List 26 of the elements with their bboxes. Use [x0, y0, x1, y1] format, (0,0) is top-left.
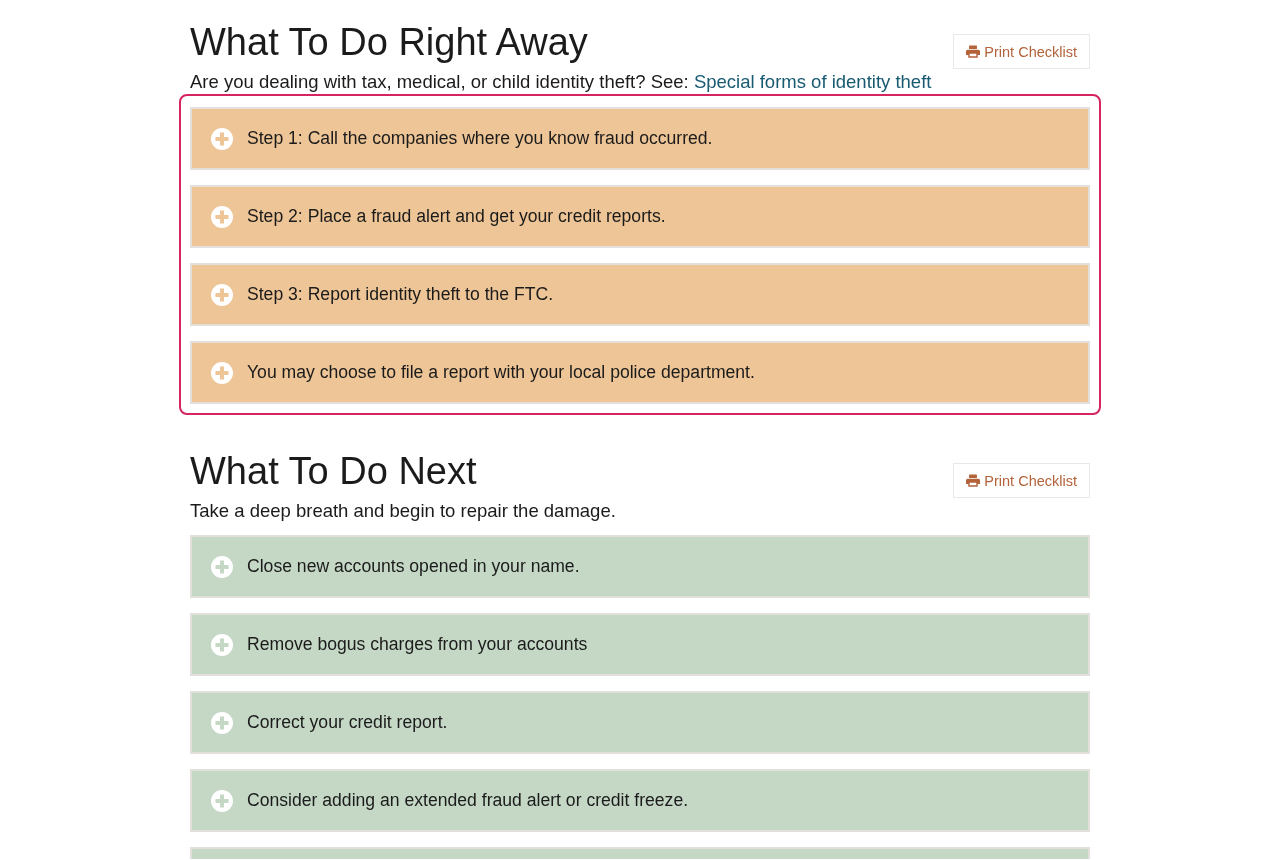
section-heading: What To Do Next: [190, 449, 478, 493]
plus-circle-icon: [211, 555, 233, 578]
plus-circle-icon: [211, 633, 233, 656]
plus-circle-icon: [211, 789, 233, 812]
plus-circle-icon: [211, 361, 233, 384]
accordion-header[interactable]: Close new accounts opened in your name.: [190, 535, 1090, 598]
printer-icon: [966, 474, 981, 487]
plus-circle-icon: [211, 711, 233, 734]
accordion-header[interactable]: Step 1: Call the companies where you know fraud occurred.: [190, 107, 1090, 170]
intro-text: Are you dealing with tax, medical, or child identity theft? See: Special forms of identity theft: [190, 70, 932, 94]
print-checklist-button[interactable]: Print Checklist: [953, 463, 1090, 498]
intro-text: Take a deep breath and begin to repair the damage.: [190, 499, 616, 523]
printer-icon: [966, 45, 981, 58]
plus-circle-icon: [211, 283, 233, 306]
plus-circle-icon: [211, 127, 233, 150]
accordion-header[interactable]: Step 2: Place a fraud alert and get your credit reports.: [190, 185, 1090, 248]
accordion-header[interactable]: [190, 847, 1090, 859]
accordion-header[interactable]: You may choose to file a report with your local police department.: [190, 341, 1090, 404]
print-checklist-button[interactable]: Print Checklist: [953, 34, 1090, 69]
accordion-header[interactable]: Remove bogus charges from your accounts: [190, 613, 1090, 676]
accordion-header[interactable]: Step 3: Report identity theft to the FTC.: [190, 263, 1090, 326]
section-heading: What To Do Right Away: [190, 20, 589, 64]
accordion-header[interactable]: Consider adding an extended fraud alert or credit freeze.: [190, 769, 1090, 832]
plus-circle-icon: [211, 205, 233, 228]
text-link[interactable]: Special forms of identity theft: [693, 71, 932, 92]
accordion-header[interactable]: Correct your credit report.: [190, 691, 1090, 754]
